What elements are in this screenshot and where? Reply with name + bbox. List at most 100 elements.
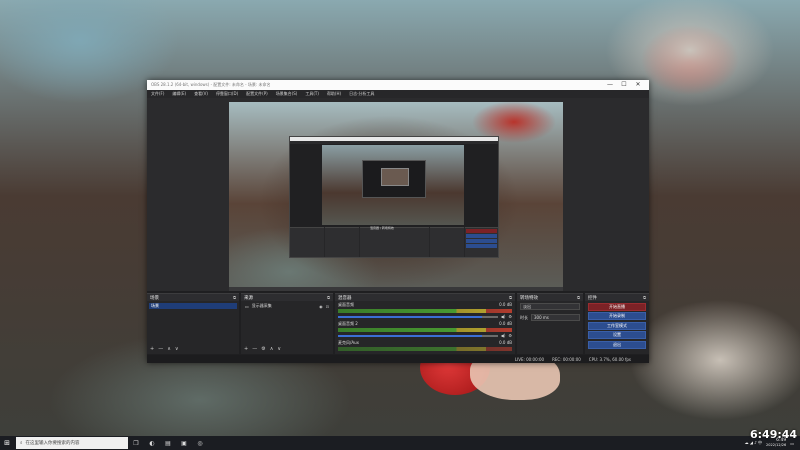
nested-stream-button bbox=[466, 229, 497, 233]
cpu-status: CPU: 3.7%, 60.00 fps bbox=[588, 356, 631, 362]
task-view-icon[interactable]: ❐ bbox=[128, 440, 144, 447]
gear-icon[interactable]: ⚙ bbox=[508, 314, 512, 319]
maximize-button[interactable]: ☐ bbox=[617, 80, 631, 90]
menu-edit[interactable]: 编辑(E) bbox=[172, 91, 186, 97]
volume-slider[interactable] bbox=[338, 315, 498, 318]
nested-obs-capture: 混音器 / 转场特效 bbox=[289, 136, 499, 258]
exit-button[interactable]: 退出 bbox=[588, 340, 646, 349]
source-item-controls: ◉ ⊡ bbox=[319, 304, 329, 309]
obs-taskbar-icon[interactable]: ◎ bbox=[192, 440, 208, 447]
channel-name: 麦克风/Aux bbox=[338, 340, 359, 345]
dock-float-icon[interactable]: ⧉ bbox=[509, 295, 512, 300]
menu-view[interactable]: 查看(V) bbox=[194, 91, 208, 97]
start-recording-button[interactable]: 开始录制 bbox=[588, 312, 646, 320]
scenes-toolbar: + — ∧ ∨ bbox=[147, 345, 182, 352]
channel-name: 桌面音频 2 bbox=[338, 321, 358, 326]
move-source-up-button[interactable]: ∧ bbox=[270, 346, 274, 352]
file-explorer-icon[interactable]: ▤ bbox=[160, 440, 176, 447]
controls-dock: 控件 ⧉ 开始直播 开始录制 工作室模式 设置 退出 bbox=[585, 293, 649, 354]
dock-float-icon[interactable]: ⧉ bbox=[643, 295, 646, 300]
volume-slider[interactable] bbox=[338, 334, 498, 337]
status-bar: LIVE: 00:00:00 REC: 00:00:00 CPU: 3.7%, … bbox=[147, 355, 649, 363]
title-bar[interactable]: OBS 28.1.2 (64-bit, windows) - 配置文件: 未命名… bbox=[147, 80, 649, 90]
eye-icon[interactable]: ◉ bbox=[319, 304, 323, 309]
move-scene-down-button[interactable]: ∨ bbox=[175, 346, 179, 352]
nested-preview-inner bbox=[362, 160, 426, 198]
store-icon[interactable]: ▣ bbox=[176, 440, 192, 447]
menu-file[interactable]: 文件(F) bbox=[151, 91, 164, 97]
lock-icon[interactable]: ⊡ bbox=[326, 304, 329, 309]
speaker-icon[interactable]: ◀) bbox=[501, 314, 506, 319]
windows-start-icon[interactable]: ⊞ bbox=[0, 439, 14, 447]
menu-bar: 文件(F) 编辑(E) 查看(V) 停靠窗口(D) 配置文件(P) 场景集合(S… bbox=[147, 90, 649, 98]
menu-help[interactable]: 帮助(H) bbox=[327, 91, 341, 97]
menu-tools[interactable]: 工具(T) bbox=[305, 91, 319, 97]
sources-dock-header: 来源 ⧉ bbox=[241, 294, 333, 301]
search-placeholder: 在这里输入你要搜索的内容 bbox=[25, 441, 80, 446]
minimize-button[interactable]: — bbox=[603, 80, 617, 90]
menu-profile[interactable]: 配置文件(P) bbox=[246, 91, 268, 97]
nested-mixer-label: 混音器 / 转场特效 bbox=[370, 226, 394, 230]
remove-source-button[interactable]: — bbox=[252, 346, 257, 352]
volume-meter bbox=[338, 328, 512, 332]
scenes-dock-title: 场景 bbox=[150, 295, 159, 301]
nested-record-button bbox=[466, 234, 497, 238]
duration-input[interactable]: 300 ms bbox=[531, 314, 580, 321]
close-button[interactable]: ✕ bbox=[631, 80, 645, 90]
mixer-dock-header: 混音器 ⧉ bbox=[335, 294, 515, 301]
nested-preview-inner2 bbox=[381, 168, 409, 186]
settings-button[interactable]: 设置 bbox=[588, 331, 646, 339]
move-scene-up-button[interactable]: ∧ bbox=[167, 346, 171, 352]
volume-meter bbox=[338, 347, 512, 351]
controls-dock-title: 控件 bbox=[588, 295, 597, 301]
preview-area: 混音器 / 转场特效 bbox=[147, 98, 649, 291]
scenes-dock: 场景 ⧉ 场景 + — ∧ ∨ bbox=[147, 293, 239, 354]
clock-date: 2022/12/26 bbox=[766, 443, 787, 447]
taskbar-search[interactable]: ⌕ 在这里输入你要搜索的内容 bbox=[16, 437, 128, 449]
transitions-dock: 转场特效 ⧉ 淡出 时长 300 ms bbox=[517, 293, 583, 354]
add-source-button[interactable]: + bbox=[244, 346, 248, 352]
source-item[interactable]: ▭ 显示器采集 ◉ ⊡ bbox=[243, 303, 331, 309]
overlay-clock: 6:49:44 bbox=[750, 428, 798, 441]
transitions-dock-header: 转场特效 ⧉ bbox=[517, 294, 583, 301]
start-streaming-button[interactable]: 开始直播 bbox=[588, 302, 646, 311]
edge-browser-icon[interactable]: ◐ bbox=[144, 440, 160, 447]
transition-type-row: 淡出 bbox=[517, 301, 583, 312]
rec-status: REC: 00:00:00 bbox=[552, 356, 581, 362]
nested-controls-dock bbox=[465, 227, 498, 257]
notification-icon[interactable]: ▭ bbox=[790, 441, 794, 446]
nested-docks bbox=[290, 227, 498, 257]
preview-canvas[interactable]: 混音器 / 转场特效 bbox=[229, 102, 563, 287]
nested-sources-dock bbox=[325, 227, 360, 257]
scene-item[interactable]: 场景 bbox=[149, 303, 237, 309]
nested-studio-button bbox=[466, 239, 497, 243]
obs-window[interactable]: OBS 28.1.2 (64-bit, windows) - 配置文件: 未命名… bbox=[147, 80, 649, 363]
dock-float-icon[interactable]: ⧉ bbox=[577, 295, 580, 300]
menu-scene-collection[interactable]: 场景集合(S) bbox=[276, 91, 298, 97]
remove-scene-button[interactable]: — bbox=[158, 346, 163, 352]
add-scene-button[interactable]: + bbox=[150, 346, 154, 352]
speaker-icon[interactable]: ◀) bbox=[501, 333, 506, 338]
channel-name: 桌面音频 bbox=[338, 302, 354, 307]
transitions-dock-title: 转场特效 bbox=[520, 295, 538, 301]
transition-select[interactable]: 淡出 bbox=[520, 303, 580, 310]
gear-icon[interactable]: ⚙ bbox=[508, 333, 512, 338]
mixer-channel: 桌面音频 2 0.0 dB ◀) ⚙ bbox=[335, 320, 515, 339]
menu-log-tools[interactable]: 日志·分析工具 bbox=[349, 91, 374, 97]
nested-settings-button bbox=[466, 244, 497, 248]
sources-dock: 来源 ⧉ ▭ 显示器采集 ◉ ⊡ + — ⚙ ∧ ∨ bbox=[241, 293, 333, 354]
channel-db: 0.0 dB bbox=[499, 340, 512, 345]
source-settings-button[interactable]: ⚙ bbox=[261, 346, 265, 352]
studio-mode-button[interactable]: 工作室模式 bbox=[588, 321, 646, 330]
menu-docks[interactable]: 停靠窗口(D) bbox=[216, 91, 238, 97]
volume-meter bbox=[338, 309, 512, 313]
dock-float-icon[interactable]: ⧉ bbox=[233, 295, 236, 300]
duration-label: 时长 bbox=[520, 314, 528, 320]
move-source-down-button[interactable]: ∨ bbox=[277, 346, 281, 352]
dock-float-icon[interactable]: ⧉ bbox=[327, 295, 330, 300]
mixer-dock-title: 混音器 bbox=[338, 295, 352, 301]
sources-dock-title: 来源 bbox=[244, 295, 253, 301]
scenes-dock-header: 场景 ⧉ bbox=[147, 294, 239, 301]
controls-dock-header: 控件 ⧉ bbox=[585, 294, 649, 301]
source-item-label: 显示器采集 bbox=[251, 303, 272, 308]
